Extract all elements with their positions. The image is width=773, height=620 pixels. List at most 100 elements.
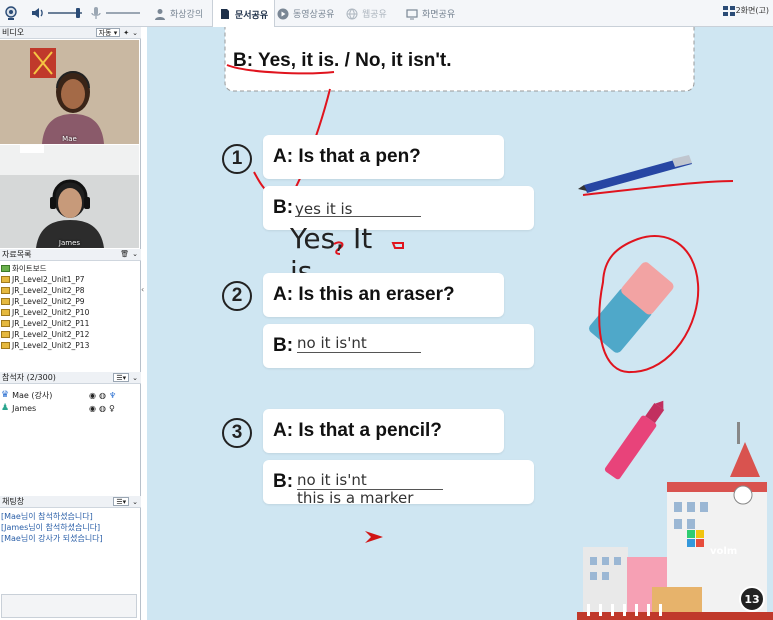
video-panel-title: 비디오 [2, 28, 25, 37]
attendee-name: Mae (강사) [12, 390, 53, 400]
attendees-menu-button[interactable]: ☰▾ [113, 373, 130, 382]
camera-icon[interactable]: ◍ [99, 391, 106, 400]
attendees-panel-header: 참석자 (2/300) ☰▾ ⌄ [0, 372, 141, 384]
pin-icon[interactable]: ✦ [123, 29, 129, 37]
globe-icon [346, 8, 358, 19]
speaker-icon[interactable] [30, 5, 46, 21]
mic-icon[interactable]: ♀ [109, 404, 115, 413]
files-panel-header: 자료목록 🗑 ⌄ [0, 249, 141, 261]
question-b-label: B: [273, 197, 294, 218]
page-number-badge[interactable]: 13 [739, 586, 765, 612]
video-mode-select[interactable]: 자동 ▾ [95, 28, 121, 37]
file-icon [1, 342, 10, 349]
file-icon [1, 320, 10, 327]
question-a-text: A: Is that a pen? [273, 146, 421, 167]
question-number: 2 [222, 281, 252, 311]
chevron-down-icon[interactable]: ⌄ [132, 498, 138, 506]
crown-icon: ♛ [1, 390, 10, 400]
microphone-icon[interactable] [88, 5, 104, 21]
file-item[interactable]: JR_Level2_Unit2_P12 [1, 329, 89, 340]
tab-label: 웹공유 [362, 10, 387, 20]
file-icon [1, 309, 10, 316]
tab-document-share[interactable]: 문서공유 [212, 0, 276, 28]
video-panel-header: 비디오 자동 ▾ ✦ ⌄ [0, 27, 141, 39]
chat-input[interactable] [1, 594, 137, 618]
chevron-down-icon[interactable]: ⌄ [132, 374, 138, 382]
answer-underline [297, 352, 421, 353]
chat-message: [James님이 참석하셨습니다] [1, 523, 101, 532]
video-mode-value: 자동 [98, 29, 112, 37]
file-item[interactable]: JR_Level2_Unit2_P11 [1, 318, 89, 329]
tab-video-share[interactable]: 동영상공유 [271, 0, 340, 27]
chat-menu-button[interactable]: ☰▾ [113, 497, 130, 506]
chat-panel-header: 채팅창 ☰▾ ⌄ [0, 496, 141, 508]
file-icon [1, 287, 10, 294]
chevron-down-icon[interactable]: ⌄ [132, 250, 138, 258]
chat-message: [Mae님이 강사가 되셨습니다] [1, 534, 103, 543]
monitor-icon [406, 8, 418, 19]
play-icon [277, 8, 289, 19]
tab-video-lecture[interactable]: 화상강의 [148, 0, 209, 27]
mic-volume-slider[interactable] [106, 12, 140, 14]
file-item-label: JR_Level2_Unit2_P13 [12, 341, 90, 350]
document-icon [221, 9, 229, 19]
video-tile-james: James [0, 145, 139, 248]
logo-text: volm [710, 546, 738, 557]
trash-icon[interactable]: 🗑 [120, 250, 129, 258]
video-name-label: James [58, 239, 81, 247]
tab-label: 화면공유 [422, 10, 456, 20]
file-item[interactable]: JR_Level2_Unit1_P7 [1, 274, 85, 285]
webcam-icon[interactable] [3, 5, 19, 21]
file-icon [1, 331, 10, 338]
shared-document-slide[interactable]: B: Yes, it is. / No, it isn't. 1 A: Is t… [147, 27, 773, 620]
file-item-label: JR_Level2_Unit1_P7 [12, 275, 85, 284]
camera-icon[interactable]: ◍ [99, 404, 106, 413]
attendee-name: James [12, 403, 37, 413]
chevron-down-icon[interactable]: ⌄ [132, 29, 138, 37]
question-b-label: B: [273, 471, 294, 492]
webcam-feed-mae [0, 40, 139, 144]
question-number: 1 [222, 144, 252, 174]
marker-illustration [604, 400, 665, 480]
pen-illustration [578, 155, 692, 193]
file-item-label: JR_Level2_Unit2_P11 [12, 319, 90, 328]
headset-icon[interactable]: ◉ [89, 391, 96, 400]
question-number: 3 [222, 418, 252, 448]
tab-label: 화상강의 [170, 10, 204, 20]
file-item-label: JR_Level2_Unit2_P12 [12, 330, 90, 339]
file-item-label: 화이트보드 [12, 264, 47, 273]
file-item[interactable]: JR_Level2_Unit2_P13 [1, 340, 89, 351]
question-a-text: A: Is that a pencil? [273, 420, 442, 441]
tab-web-share[interactable]: 웹공유 [340, 0, 393, 27]
file-icon [1, 298, 10, 305]
left-panel: 비디오 자동 ▾ ✦ ⌄ Mae James 자료목록 🗑 ⌄ 화이트보드 JR… [0, 27, 141, 620]
tab-screen-share[interactable]: 화면공유 [400, 0, 461, 27]
webcam-feed-james [0, 145, 139, 248]
answer-text[interactable]: no it is'nt [297, 334, 367, 352]
attendee-row[interactable]: ♟ James ◉ ◍ ♀ [1, 402, 115, 414]
chat-message: [Mae님이 참석하셨습니다] [1, 512, 93, 521]
file-item-label: JR_Level2_Unit2_P10 [12, 308, 90, 317]
attendees-panel-title: 참석자 (2/300) [2, 373, 56, 382]
headset-icon[interactable]: ◉ [89, 404, 96, 413]
file-item[interactable]: JR_Level2_Unit2_P10 [1, 307, 89, 318]
file-item[interactable]: JR_Level2_Unit2_P8 [1, 285, 85, 296]
answer-text[interactable]: no it is'nt [297, 471, 367, 489]
file-icon [1, 276, 10, 283]
speaker-volume-knob[interactable] [76, 8, 80, 18]
file-item[interactable]: JR_Level2_Unit2_P9 [1, 296, 85, 307]
mic-active-icon[interactable]: ♆ [109, 391, 116, 400]
file-item-label: JR_Level2_Unit2_P9 [12, 297, 85, 306]
attendee-row[interactable]: ♛ Mae (강사) ◉ ◍ ♆ [1, 389, 116, 401]
top-toolbar: 화상강의 문서공유 동영상공유 웹공유 화면공유 2화면(고) [0, 0, 773, 28]
screen-mode-label[interactable]: 2화면(고) [736, 5, 769, 16]
question-b-label: B: [273, 335, 294, 356]
question-a-text: A: Is this an eraser? [273, 284, 455, 305]
video-tile-mae: Mae [0, 40, 139, 144]
example-answer: B: Yes, it is. / No, it isn't. [233, 50, 452, 71]
pointer-arrow [365, 531, 383, 543]
answer-text-line2[interactable]: this is a marker [297, 489, 413, 507]
layout-grid-icon[interactable] [723, 6, 735, 16]
whiteboard-icon [1, 265, 10, 272]
file-item[interactable]: 화이트보드 [1, 263, 47, 274]
